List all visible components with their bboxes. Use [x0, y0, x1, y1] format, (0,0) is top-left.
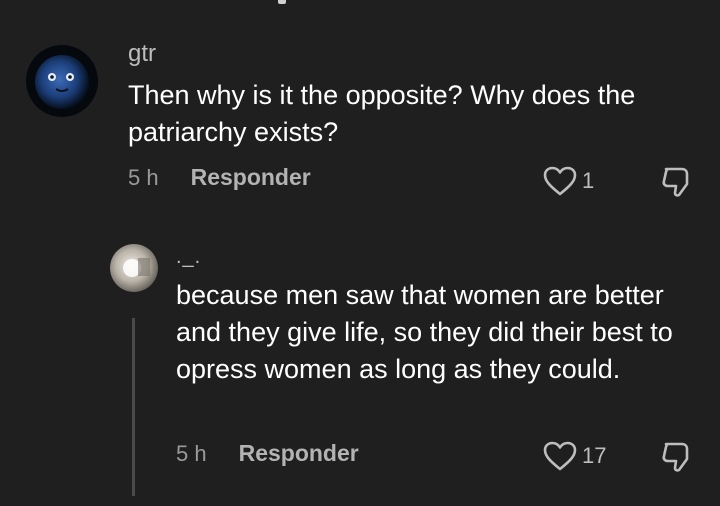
avatar[interactable] — [26, 45, 98, 117]
heart-icon — [543, 166, 577, 196]
heart-icon — [543, 441, 577, 471]
comment-text: because men saw that women are better an… — [176, 280, 673, 384]
comment-meta: 5 h Responder — [128, 164, 311, 191]
dislike-icon[interactable] — [660, 440, 694, 474]
comment-username[interactable]: ._. — [176, 246, 201, 269]
blueberry-avatar-icon — [26, 45, 98, 117]
comment-username[interactable]: gtr — [128, 40, 156, 68]
like-button[interactable]: 17 — [542, 440, 606, 472]
like-count: 17 — [582, 443, 607, 468]
dislike-icon[interactable] — [660, 165, 694, 199]
reply-button[interactable]: Responder — [239, 440, 359, 467]
previous-comment-fragment — [278, 0, 286, 4]
like-count: 1 — [582, 168, 595, 193]
thread-line — [132, 318, 135, 496]
comment-timestamp: 5 h — [128, 164, 159, 190]
reply-button[interactable]: Responder — [191, 164, 311, 191]
photo-avatar-icon — [110, 244, 158, 292]
avatar[interactable] — [110, 244, 158, 292]
comment-meta: 5 h Responder — [176, 440, 359, 467]
comment-text: Then why is it the opposite? Why does th… — [128, 80, 636, 147]
comment-timestamp: 5 h — [176, 440, 207, 466]
like-button[interactable]: 1 — [542, 165, 594, 197]
